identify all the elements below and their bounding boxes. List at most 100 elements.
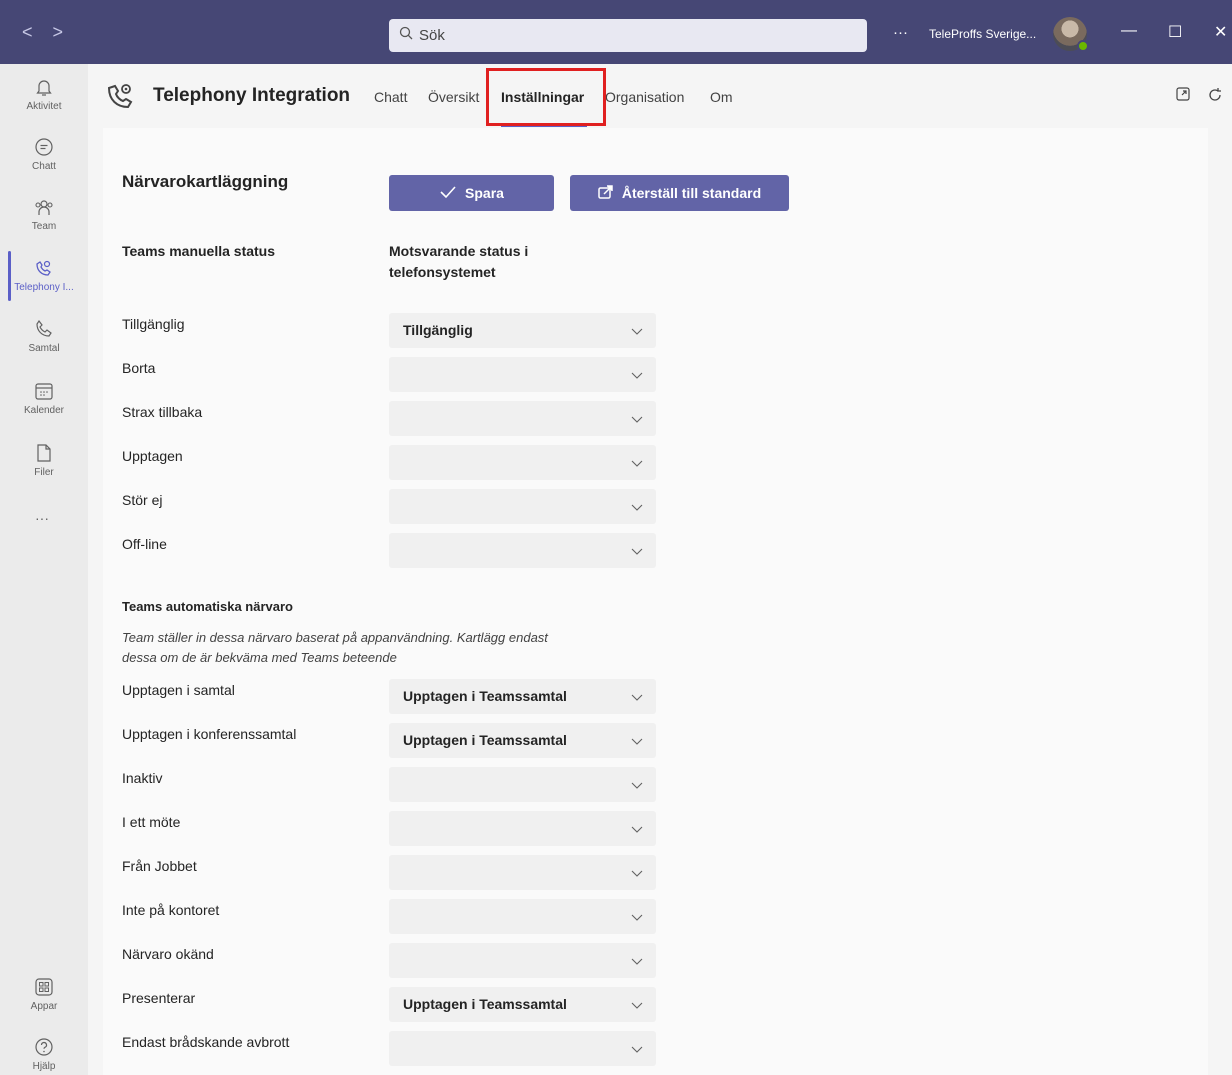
rail-label: Appar bbox=[30, 1001, 58, 1012]
forward-arrow-icon[interactable]: > bbox=[53, 22, 84, 42]
reset-label: Återställ till standard bbox=[621, 185, 762, 201]
nav-arrows[interactable]: <> bbox=[22, 22, 83, 43]
app-title: Telephony Integration bbox=[153, 85, 351, 106]
rail-label: Samtal bbox=[28, 343, 60, 354]
presence-available-icon bbox=[1077, 40, 1089, 52]
rail-item-help[interactable]: Hjälp bbox=[0, 1036, 88, 1072]
chevron-down-icon bbox=[631, 328, 643, 335]
chevron-down-icon bbox=[631, 826, 643, 833]
status-dropdown[interactable] bbox=[389, 811, 656, 846]
rail-item-chat[interactable]: Chatt bbox=[0, 136, 88, 172]
search-icon bbox=[399, 26, 415, 44]
section-title: Närvarokartläggning bbox=[122, 172, 289, 191]
dropdown-value: Upptagen i Teamssamtal bbox=[403, 688, 567, 704]
dropdown-value: Tillgänglig bbox=[403, 322, 473, 338]
tab-chat[interactable]: Chatt bbox=[374, 89, 407, 105]
status-label: Presenterar bbox=[122, 990, 196, 1006]
maximize-button[interactable]: ☐ bbox=[1168, 22, 1182, 42]
search-input[interactable]: Sök bbox=[389, 19, 867, 52]
status-dropdown[interactable]: Upptagen i Teamssamtal bbox=[389, 679, 656, 714]
back-arrow-icon[interactable]: < bbox=[22, 22, 53, 42]
rail-item-apps[interactable]: Appar bbox=[0, 976, 88, 1012]
status-dropdown[interactable] bbox=[389, 445, 656, 480]
avatar[interactable] bbox=[1053, 17, 1089, 52]
org-switcher[interactable]: TeleProffs Sverige... bbox=[929, 27, 1036, 41]
more-options-button[interactable]: ··· bbox=[893, 24, 908, 41]
chevron-down-icon bbox=[631, 460, 643, 467]
rail-item-calls[interactable]: Samtal bbox=[0, 318, 88, 354]
status-label: Upptagen i samtal bbox=[122, 682, 235, 698]
checkmark-icon bbox=[439, 185, 465, 201]
status-label: Off-line bbox=[122, 536, 167, 552]
status-dropdown[interactable] bbox=[389, 533, 656, 568]
rail-label: Filer bbox=[34, 467, 54, 478]
chevron-down-icon bbox=[631, 372, 643, 379]
status-dropdown[interactable]: Upptagen i Teamssamtal bbox=[389, 987, 656, 1022]
chevron-down-icon bbox=[631, 1002, 643, 1009]
auto-presence-description-line2: dessa om de är bekväma med Teams beteend… bbox=[122, 650, 397, 665]
status-label: I ett möte bbox=[122, 814, 181, 830]
highlight-annotation bbox=[486, 68, 606, 126]
popout-icon[interactable] bbox=[1175, 86, 1191, 106]
rail-item-activity[interactable]: Aktivitet bbox=[0, 76, 88, 112]
status-dropdown[interactable] bbox=[389, 943, 656, 978]
chevron-down-icon bbox=[631, 416, 643, 423]
status-dropdown[interactable]: Tillgänglig bbox=[389, 313, 656, 348]
rail-item-team[interactable]: Team bbox=[0, 196, 88, 232]
status-label: Borta bbox=[122, 360, 156, 376]
status-dropdown[interactable] bbox=[389, 489, 656, 524]
status-dropdown[interactable]: Upptagen i Teamssamtal bbox=[389, 723, 656, 758]
status-dropdown[interactable] bbox=[389, 1031, 656, 1066]
status-dropdown[interactable] bbox=[389, 401, 656, 436]
bell-icon bbox=[33, 76, 55, 98]
column-header-phone-status-line1: Motsvarande status i bbox=[389, 243, 529, 259]
tab-overview[interactable]: Översikt bbox=[428, 89, 479, 105]
save-button[interactable]: Spara bbox=[389, 175, 554, 211]
tab-organisation[interactable]: Organisation bbox=[605, 89, 684, 105]
share-arrow-icon bbox=[598, 185, 622, 201]
status-label: Närvaro okänd bbox=[122, 946, 214, 962]
status-label: Tillgänglig bbox=[122, 316, 185, 332]
status-label: Stör ej bbox=[122, 492, 163, 508]
dropdown-value: Upptagen i Teamssamtal bbox=[403, 996, 567, 1012]
more-apps-icon[interactable]: ··· bbox=[35, 510, 49, 526]
rail-label: Aktivitet bbox=[26, 101, 62, 112]
chevron-down-icon bbox=[631, 504, 643, 511]
telephony-app-icon bbox=[33, 257, 55, 279]
minimize-button[interactable]: — bbox=[1121, 22, 1137, 40]
tab-about[interactable]: Om bbox=[710, 89, 733, 105]
status-label: Upptagen i konferenssamtal bbox=[122, 726, 297, 742]
search-placeholder: Sök bbox=[419, 27, 445, 44]
close-button[interactable]: ✕ bbox=[1214, 22, 1227, 42]
chevron-down-icon bbox=[631, 548, 643, 555]
chevron-down-icon bbox=[631, 1046, 643, 1053]
auto-presence-description-line1: Team ställer in dessa närvaro baserat på… bbox=[122, 630, 548, 645]
app-header: Telephony Integration Chatt Översikt Ins… bbox=[88, 64, 1232, 128]
telephony-logo-icon bbox=[104, 78, 138, 112]
rail-label: Telephony I... bbox=[14, 282, 74, 293]
rail-item-files[interactable]: Filer bbox=[0, 442, 88, 478]
save-label: Spara bbox=[465, 185, 504, 201]
status-dropdown[interactable] bbox=[389, 767, 656, 802]
auto-presence-title: Teams automatiska närvaro bbox=[122, 599, 293, 614]
calendar-icon bbox=[33, 380, 55, 402]
chevron-down-icon bbox=[631, 870, 643, 877]
refresh-icon[interactable] bbox=[1206, 86, 1224, 108]
status-dropdown[interactable] bbox=[389, 899, 656, 934]
rail-item-calendar[interactable]: Kalender bbox=[0, 380, 88, 416]
chevron-down-icon bbox=[631, 694, 643, 701]
status-label: Från Jobbet bbox=[122, 858, 197, 874]
apps-icon bbox=[33, 976, 55, 998]
rail-label: Team bbox=[31, 221, 57, 232]
status-dropdown[interactable] bbox=[389, 855, 656, 890]
chevron-down-icon bbox=[631, 782, 643, 789]
rail-label: Kalender bbox=[23, 405, 65, 416]
rail-label: Chatt bbox=[32, 161, 56, 172]
rail-item-telephony[interactable]: Telephony I... bbox=[0, 251, 88, 301]
status-dropdown[interactable] bbox=[389, 357, 656, 392]
team-icon bbox=[33, 196, 55, 218]
reset-to-default-button[interactable]: Återställ till standard bbox=[570, 175, 789, 211]
status-label: Inte på kontoret bbox=[122, 902, 220, 918]
column-header-teams-status: Teams manuella status bbox=[122, 243, 276, 259]
status-label: Inaktiv bbox=[122, 770, 163, 786]
